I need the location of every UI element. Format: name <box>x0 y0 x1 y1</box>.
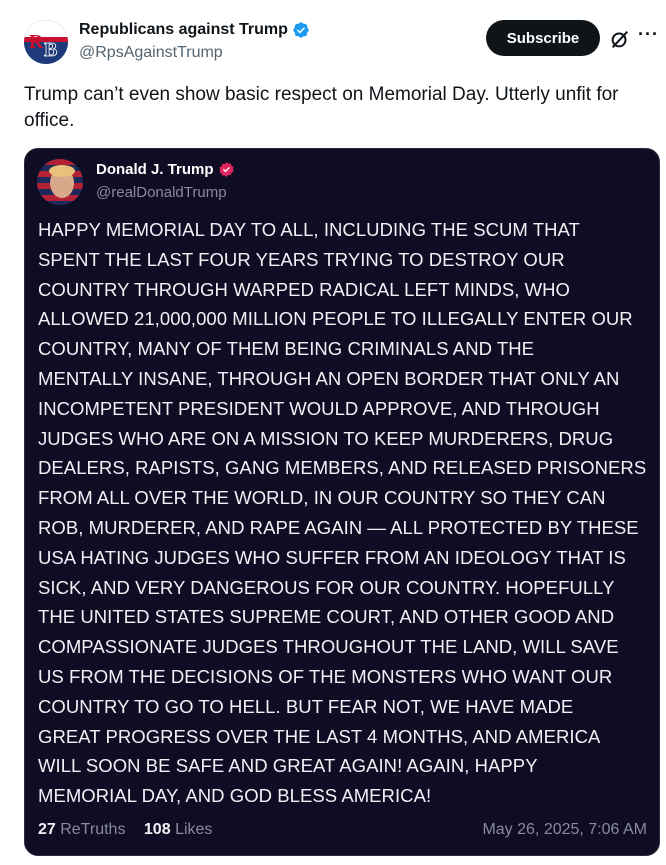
svg-text:R: R <box>29 31 44 53</box>
truth-verified-badge-icon <box>218 162 234 177</box>
quoted-text-line: HAPPY MEMORIAL DAY TO ALL, INCLUDING THE… <box>38 219 580 240</box>
quoted-handle: @realDonaldTrump <box>96 184 227 201</box>
likes-stat: 108 Likes <box>144 821 213 838</box>
quoted-display-name: Donald J. Trump <box>96 161 214 178</box>
likes-label: Likes <box>175 821 213 838</box>
quoted-text-line: FROM ALL OVER THE WORLD, IN OUR COUNTRY … <box>38 487 606 509</box>
tweet-text: Trump can’t even show basic respect on M… <box>24 84 619 131</box>
post-header: R B Republicans against Trump @RpsAgains… <box>24 18 659 66</box>
quoted-text-line: DEALERS, RAPISTS, GANG MEMBERS, AND RELE… <box>38 457 647 479</box>
quoted-post-text: HAPPY MEMORIAL DAY TO ALL, INCLUDING THE… <box>38 215 654 811</box>
retruths-count: 27 <box>38 821 56 838</box>
verified-badge-icon <box>293 22 309 38</box>
svg-text:B: B <box>44 39 57 61</box>
retruths-stat: 27 ReTruths <box>38 821 130 838</box>
grok-icon[interactable] <box>609 28 631 50</box>
quoted-text-line: ROB, MURDERER, AND RAPE AGAIN — ALL PROT… <box>38 516 639 538</box>
quoted-text-line: SPENT THE LAST FOUR YEARS TRYING TO DEST… <box>38 248 565 270</box>
subscribe-button[interactable]: Subscribe <box>486 20 600 56</box>
quoted-post-footer: 27 ReTruths 108 Likes May 26, 2025, 7:06… <box>38 821 647 839</box>
author-handle[interactable]: @RpsAgainstTrump <box>79 44 223 62</box>
quoted-text-line: MENTALLY INSANE, THROUGH AN OPEN BORDER … <box>38 367 620 389</box>
quoted-text-line: ALLOWED 21,000,000 MILLION PEOPLE TO ILL… <box>38 308 633 330</box>
quoted-text-line: US FROM THE DECISIONS OF THE MONSTERS WH… <box>38 665 613 687</box>
quoted-text-line: COUNTRY THROUGH WARPED RADICAL LEFT MIND… <box>38 278 570 300</box>
quoted-text-line: JUDGES WHO ARE ON A MISSION TO KEEP MURD… <box>38 427 614 449</box>
quoted-avatar-image <box>37 159 83 205</box>
quoted-text-line: GREAT PROGRESS OVER THE LAST 4 MONTHS, A… <box>38 725 601 747</box>
quoted-timestamp: May 26, 2025, 7:06 AM <box>482 821 647 838</box>
quoted-text-line: COMPASSIONATE JUDGES THROUGHOUT THE LAND… <box>38 636 619 658</box>
quoted-text-line: COUNTRY TO GO TO HELL. BUT FEAR NOT, WE … <box>38 695 574 717</box>
quoted-text-line: SICK, AND VERY DANGEROUS FOR OUR COUNTRY… <box>38 576 615 598</box>
quoted-text-line: INCOMPETENT PRESIDENT WOULD APPROVE, AND… <box>38 397 600 419</box>
quoted-text-line: THE UNITED STATES SUPREME COURT, AND OTH… <box>38 606 615 628</box>
more-options-icon[interactable]: ··· <box>638 24 659 45</box>
likes-count: 108 <box>143 821 171 838</box>
quoted-text-line: MEMORIAL DAY, AND GOD BLESS AMERICA! <box>38 785 432 807</box>
quoted-text-line: COUNTRY, MANY OF THEM BEING CRIMINALS AN… <box>38 338 535 360</box>
quoted-post-card[interactable]: Donald J. Trump @realDonaldTrump HAPPY M… <box>24 148 660 856</box>
avatar-logo: R B <box>24 20 68 64</box>
retruths-label: ReTruths <box>60 821 126 838</box>
quoted-text-line: USA HATING JUDGES WHO SUFFER FROM AN IDE… <box>38 546 626 568</box>
quoted-author-avatar <box>37 159 83 205</box>
quoted-text-line: WILL SOON BE SAFE AND GREAT AGAIN! AGAIN… <box>38 755 538 777</box>
author-avatar[interactable]: R B <box>24 20 68 64</box>
author-name-row: Republicans against Trump <box>79 21 310 39</box>
quoted-name-row: Donald J. Trump <box>96 161 235 178</box>
author-display-name[interactable]: Republicans against Trump <box>79 21 288 39</box>
